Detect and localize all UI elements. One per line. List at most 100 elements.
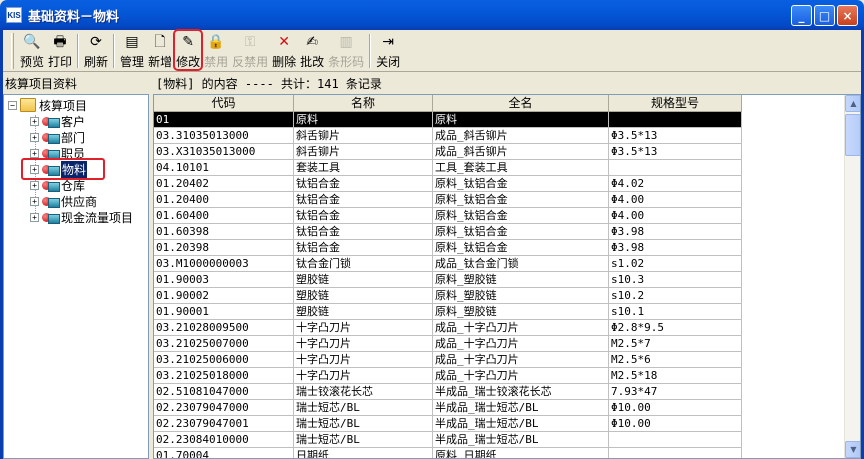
table-cell: 原料_钛铝合金 — [433, 208, 609, 224]
table-row[interactable]: 03.M1000000003 钛合金门锁 成品_钛合金门锁 s1.02 — [154, 256, 742, 272]
table-cell: 02.23079047000 — [154, 400, 294, 416]
table-row[interactable]: 03.X31035013000 斜舌铆片 成品_斜舌铆片 Φ3.5*13 — [154, 144, 742, 160]
expand-icon[interactable]: + — [30, 212, 39, 222]
account-item-tree: − 核算项目 + 客户 + 部门 + 职员 + 物料 + 仓库 + 供应商 + 现金流量项目 — [3, 94, 149, 459]
expand-icon[interactable]: + — [30, 180, 39, 190]
scroll-down-icon[interactable]: ▼ — [845, 441, 860, 458]
table-cell: Φ3.98 — [609, 240, 742, 256]
refresh-icon: ⟳ — [90, 34, 102, 50]
table-cell: 瑞士短芯/BL — [294, 432, 433, 448]
table-cell: 成品_十字凸刀片 — [433, 336, 609, 352]
table-row[interactable]: 02.51081047000 瑞士铰滚花长芯 半成品_瑞士铰滚花长芯 7.93*47 — [154, 384, 742, 400]
batch-edit-button[interactable]: ✍ 批改 — [298, 30, 326, 70]
exit-door-button[interactable]: ⇥ 关闭 — [374, 30, 402, 70]
material-grid: 代码 名称 全名 规格型号 01 原料 原料 03.31035013000 斜舌铆片 成品_斜舌… — [153, 94, 861, 459]
table-cell: 03.21025007000 — [154, 336, 294, 352]
table-row[interactable]: 02.23084010000 瑞士短芯/BL 半成品_瑞士短芯/BL — [154, 432, 742, 448]
table-cell: 原料 — [294, 112, 433, 128]
table-cell: 钛铝合金 — [294, 192, 433, 208]
table-cell: 钛铝合金 — [294, 240, 433, 256]
material-highlight-box — [21, 158, 105, 180]
table-row[interactable]: 01.90002 塑胶链 原料_塑胶链 s10.2 — [154, 288, 742, 304]
printer-button[interactable]: 🖶 打印 — [46, 30, 74, 70]
new-document-button[interactable]: 🗋 新增 — [146, 30, 174, 70]
table-row[interactable]: 01.60398 钛铝合金 原料_钛铝合金 Φ3.98 — [154, 224, 742, 240]
table-cell — [609, 112, 742, 128]
edit-icon: ✎ — [182, 34, 194, 50]
table-row[interactable]: 02.23079047000 瑞士短芯/BL 半成品_瑞士短芯/BL Φ10.00 — [154, 400, 742, 416]
key-button[interactable]: ⚿ 反禁用 — [230, 30, 270, 70]
toolbar-grip[interactable] — [11, 33, 14, 69]
barcode-button[interactable]: ▥ 条形码 — [326, 30, 366, 70]
table-row[interactable]: 01.70004 日期纸 原料_日期纸 — [154, 448, 742, 458]
table-cell: Φ3.5*13 — [609, 144, 742, 160]
table-cell: Φ4.00 — [609, 192, 742, 208]
scroll-thumb[interactable] — [845, 114, 860, 156]
tree-item-cashflow[interactable]: + 现金流量项目 — [30, 209, 133, 225]
table-row[interactable]: 01.20400 钛铝合金 原料_钛铝合金 Φ4.00 — [154, 192, 742, 208]
manage-icon: ▤ — [125, 34, 139, 50]
tree-item-label: 现金流量项目 — [61, 210, 134, 225]
vertical-scrollbar[interactable]: ▲ ▼ — [844, 95, 860, 458]
table-row[interactable]: 03.21028009500 十字凸刀片 成品_十字凸刀片 Φ2.8*9.5 — [154, 320, 742, 336]
window-title: 基础资料－物料 — [28, 9, 120, 25]
table-cell: 原料_钛铝合金 — [433, 176, 609, 192]
tree-item-department[interactable]: + 部门 — [30, 129, 85, 145]
close-window-button[interactable]: × — [837, 5, 858, 26]
table-row[interactable]: 03.21025018000 十字凸刀片 成品_十字凸刀片 M2.5*18 — [154, 368, 742, 384]
lock-button[interactable]: 🔒 禁用 — [202, 30, 230, 70]
table-row[interactable]: 01.90003 塑胶链 原料_塑胶链 s10.3 — [154, 272, 742, 288]
record-count-header: [物料] 的内容 ---- 共计：141 条记录 — [156, 77, 382, 91]
delete-button[interactable]: ✕ 删除 — [270, 30, 298, 70]
table-cell: 瑞士短芯/BL — [294, 400, 433, 416]
scroll-up-icon[interactable]: ▲ — [845, 95, 860, 112]
maximize-button[interactable]: □ — [814, 5, 835, 26]
tree-item-supplier[interactable]: + 供应商 — [30, 193, 97, 209]
table-row[interactable]: 03.21025006000 十字凸刀片 成品_十字凸刀片 M2.5*6 — [154, 352, 742, 368]
collapse-icon[interactable]: − — [8, 100, 17, 110]
refresh-button[interactable]: ⟳ 刷新 — [82, 30, 110, 70]
exit-door-icon: ⇥ — [382, 34, 395, 50]
tree-root[interactable]: − 核算项目 — [8, 97, 87, 113]
column-header[interactable]: 规格型号 — [609, 95, 742, 112]
table-row[interactable]: 02.23079047001 瑞士短芯/BL 半成品_瑞士短芯/BL Φ10.00 — [154, 416, 742, 432]
minimize-button[interactable]: _ — [791, 5, 812, 26]
expand-icon[interactable]: + — [30, 196, 39, 206]
table-cell: Φ10.00 — [609, 416, 742, 432]
new-document-icon: 🗋 — [154, 34, 166, 50]
table-row[interactable]: 04.10101 套装工具 工具_套装工具 — [154, 160, 742, 176]
table-cell: 01.60398 — [154, 224, 294, 240]
column-header[interactable]: 全名 — [433, 95, 609, 112]
table-row[interactable]: 03.21025007000 十字凸刀片 成品_十字凸刀片 M2.5*7 — [154, 336, 742, 352]
column-header[interactable]: 名称 — [294, 95, 433, 112]
table-cell: Φ2.8*9.5 — [609, 320, 742, 336]
table-cell: 套装工具 — [294, 160, 433, 176]
table-cell — [609, 448, 742, 458]
table-row[interactable]: 01.20398 钛铝合金 原料_钛铝合金 Φ3.98 — [154, 240, 742, 256]
title-bar: KIS 基础资料－物料 _ □ × — [0, 0, 864, 30]
table-cell: 十字凸刀片 — [294, 368, 433, 384]
toolbar-separator — [77, 34, 80, 68]
tree-item-customer[interactable]: + 客户 — [30, 113, 85, 129]
toolbar-label: 管理 — [120, 55, 145, 69]
column-header[interactable]: 代码 — [154, 95, 294, 112]
table-cell: 01.70004 — [154, 448, 294, 458]
tree-item-label: 部门 — [61, 130, 86, 145]
preview-button[interactable]: 🔍 预览 — [18, 30, 46, 70]
table-cell: 01.60400 — [154, 208, 294, 224]
table-row[interactable]: 01.20402 钛铝合金 原料_钛铝合金 Φ4.02 — [154, 176, 742, 192]
table-cell: 斜舌铆片 — [294, 144, 433, 160]
table-row[interactable]: 03.31035013000 斜舌铆片 成品_斜舌铆片 Φ3.5*13 — [154, 128, 742, 144]
manage-button[interactable]: ▤ 管理 — [118, 30, 146, 70]
table-row[interactable]: 01 原料 原料 — [154, 112, 742, 128]
edit-button[interactable]: ✎ 修改 — [173, 29, 204, 71]
table-cell: 钛铝合金 — [294, 224, 433, 240]
table-row[interactable]: 01.60400 钛铝合金 原料_钛铝合金 Φ4.00 — [154, 208, 742, 224]
expand-icon[interactable]: + — [30, 116, 39, 126]
folder-icon — [20, 98, 36, 112]
table-cell: Φ4.00 — [609, 208, 742, 224]
table-cell: 01 — [154, 112, 294, 128]
expand-icon[interactable]: + — [30, 132, 39, 142]
expand-icon[interactable]: + — [30, 148, 39, 158]
table-row[interactable]: 01.90001 塑胶链 原料_塑胶链 s10.1 — [154, 304, 742, 320]
